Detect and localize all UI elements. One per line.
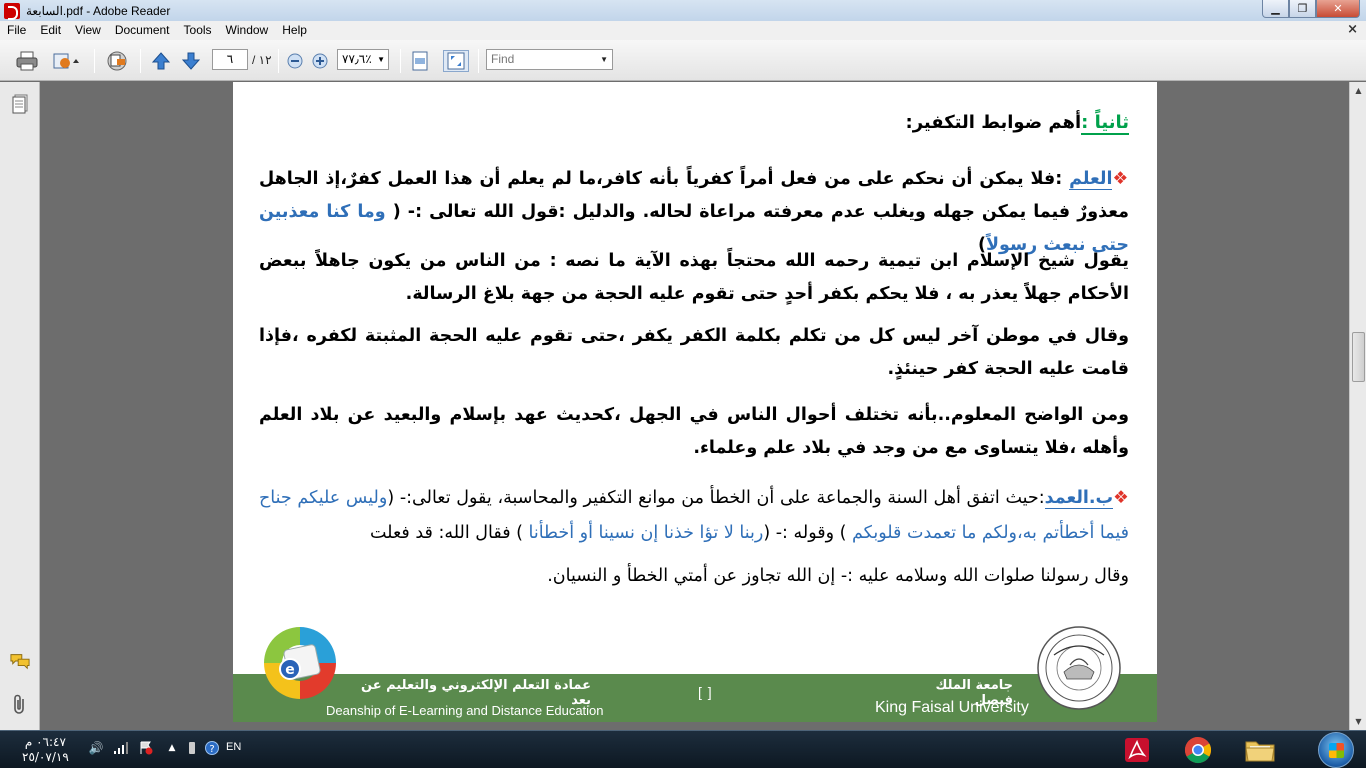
university-seal-icon bbox=[1037, 626, 1121, 710]
paragraph-text: :حيث اتفق أهل السنة والجماعة على أن الخط… bbox=[387, 488, 1045, 508]
keyword-intention: ب.العمد bbox=[1044, 488, 1114, 509]
chevron-down-icon: ▼ bbox=[600, 55, 608, 64]
paragraph-hadith: وقال رسولنا صلوات الله وسلامه عليه :- إن… bbox=[547, 566, 1129, 586]
window-controls: ▁ ❐ ✕ bbox=[1262, 0, 1360, 18]
scroll-down-icon[interactable]: ▼ bbox=[1350, 713, 1366, 730]
scroll-up-icon[interactable]: ▲ bbox=[1350, 82, 1366, 99]
action-center-flag-icon[interactable] bbox=[138, 740, 154, 756]
menu-view[interactable]: View bbox=[68, 21, 108, 40]
zoom-out-icon[interactable] bbox=[285, 50, 305, 72]
window-title: السابعة.pdf - Adobe Reader bbox=[26, 3, 171, 18]
menu-bar: File Edit View Document Tools Window Hel… bbox=[0, 21, 1366, 40]
taskbar-file-explorer[interactable] bbox=[1232, 732, 1288, 768]
keyword-knowledge: العلم bbox=[1069, 169, 1113, 190]
start-button[interactable] bbox=[1318, 732, 1354, 768]
menu-window[interactable]: Window bbox=[219, 21, 276, 40]
toolbar-separator bbox=[400, 49, 401, 73]
toolbar-separator bbox=[278, 49, 279, 73]
menu-tools[interactable]: Tools bbox=[177, 21, 219, 40]
heading-number: ثانياً : bbox=[1081, 112, 1129, 135]
find-input[interactable]: Find ▼ bbox=[486, 49, 613, 70]
adobe-reader-icon bbox=[4, 2, 20, 20]
menu-edit[interactable]: Edit bbox=[33, 21, 68, 40]
pdf-page: ثانياً :أهم ضوابط التكفير: ❖العلم :فلا ي… bbox=[233, 82, 1157, 722]
find-placeholder: Find bbox=[491, 52, 515, 66]
next-page-icon[interactable] bbox=[180, 50, 202, 72]
navigation-pane bbox=[0, 82, 40, 730]
toolbar-separator bbox=[140, 49, 141, 73]
volume-icon[interactable]: 🔊 bbox=[88, 740, 104, 756]
heading-text: أهم ضوابط التكفير: bbox=[905, 112, 1082, 133]
quran-quote: ربنا لا تؤا خذنا إن نسينا أو أخطأنا bbox=[528, 523, 764, 543]
fit-page-icon[interactable] bbox=[443, 50, 469, 72]
zoom-select[interactable]: ٧٧٫٦٪ ▼ bbox=[337, 49, 389, 70]
title-bar: السابعة.pdf - Adobe Reader ▁ ❐ ✕ bbox=[0, 0, 1366, 21]
svg-text:?: ? bbox=[209, 744, 214, 755]
network-signal-icon[interactable] bbox=[113, 740, 129, 756]
document-area: ثانياً :أهم ضوابط التكفير: ❖العلم :فلا ي… bbox=[41, 82, 1349, 730]
previous-page-icon[interactable] bbox=[150, 50, 172, 72]
language-indicator[interactable]: EN bbox=[226, 741, 241, 753]
maximize-button[interactable]: ❐ bbox=[1289, 0, 1316, 18]
paragraph-ibn-taymiyyah: يقول شيخ الإسلام ابن تيمية رحمه الله محت… bbox=[259, 251, 1129, 304]
comments-icon[interactable] bbox=[10, 651, 30, 671]
page-count: / ١٢ bbox=[252, 53, 272, 67]
deanship-english: Deanship of E-Learning and Distance Educ… bbox=[326, 703, 604, 718]
close-document-icon[interactable]: × bbox=[1347, 22, 1358, 37]
print-icon[interactable] bbox=[14, 50, 40, 72]
paragraph-intention: ❖ب.العمد:حيث اتفق أهل السنة والجماعة على… bbox=[259, 481, 1129, 551]
toolbar: ٦ / ١٢ ٧٧٫٦٪ ▼ Find ▼ bbox=[0, 40, 1366, 81]
tray-app-icon[interactable] bbox=[184, 740, 200, 756]
fit-width-icon[interactable] bbox=[409, 50, 431, 72]
attachments-icon[interactable] bbox=[10, 694, 30, 714]
page-number-input[interactable]: ٦ bbox=[212, 49, 248, 70]
toolbar-separator bbox=[94, 49, 95, 73]
section-heading: ثانياً :أهم ضوابط التكفير: bbox=[905, 112, 1129, 135]
diamond-bullet-icon: ❖ bbox=[1113, 488, 1129, 508]
pages-panel-icon[interactable] bbox=[10, 94, 30, 114]
menu-help[interactable]: Help bbox=[275, 21, 314, 40]
paragraph-text: ) وقوله :- ( bbox=[763, 523, 853, 543]
close-button[interactable]: ✕ bbox=[1316, 0, 1360, 18]
scroll-thumb[interactable] bbox=[1352, 332, 1365, 382]
taskbar-chrome[interactable] bbox=[1170, 732, 1226, 768]
help-globe-icon[interactable]: ? bbox=[204, 740, 220, 756]
diamond-bullet-icon: ❖ bbox=[1112, 169, 1129, 189]
vertical-scrollbar[interactable]: ▲ ▼ bbox=[1349, 82, 1366, 730]
clock-date: ٢٥/٠٧/١٩ bbox=[22, 750, 69, 764]
e-learning-logo: e bbox=[264, 627, 336, 699]
svg-text:e: e bbox=[285, 662, 295, 678]
minimize-button[interactable]: ▁ bbox=[1262, 0, 1289, 18]
show-hidden-icons-icon[interactable]: ▲ bbox=[164, 740, 180, 756]
zoom-in-icon[interactable] bbox=[310, 50, 330, 72]
page-number-placeholder: [ ] bbox=[698, 684, 713, 700]
paragraph-varying-conditions: ومن الواضح المعلوم..بأنه تختلف أحوال الن… bbox=[259, 405, 1129, 458]
toolbar-separator bbox=[478, 49, 479, 73]
collaborate-icon[interactable] bbox=[104, 50, 130, 72]
zoom-value: ٧٧٫٦٪ bbox=[342, 52, 372, 66]
paragraph-another-place: وقال في موطن آخر ليس كل من تكلم بكلمة ال… bbox=[259, 326, 1129, 379]
share-icon[interactable] bbox=[50, 50, 84, 72]
taskbar-adobe-reader[interactable] bbox=[1109, 732, 1165, 768]
system-clock[interactable]: ٠٦:٤٧ م ٢٥/٠٧/١٩ bbox=[22, 735, 69, 765]
menu-document[interactable]: Document bbox=[108, 21, 177, 40]
university-english: King Faisal University bbox=[875, 699, 1029, 716]
menu-file[interactable]: File bbox=[0, 21, 33, 40]
paragraph-text: ) فقال الله: قد فعلت bbox=[370, 523, 529, 543]
clock-time: ٠٦:٤٧ م bbox=[24, 735, 66, 749]
chevron-down-icon: ▼ bbox=[377, 55, 385, 64]
taskbar: ٠٦:٤٧ م ٢٥/٠٧/١٩ 🔊 ▲ ? EN bbox=[0, 730, 1366, 768]
